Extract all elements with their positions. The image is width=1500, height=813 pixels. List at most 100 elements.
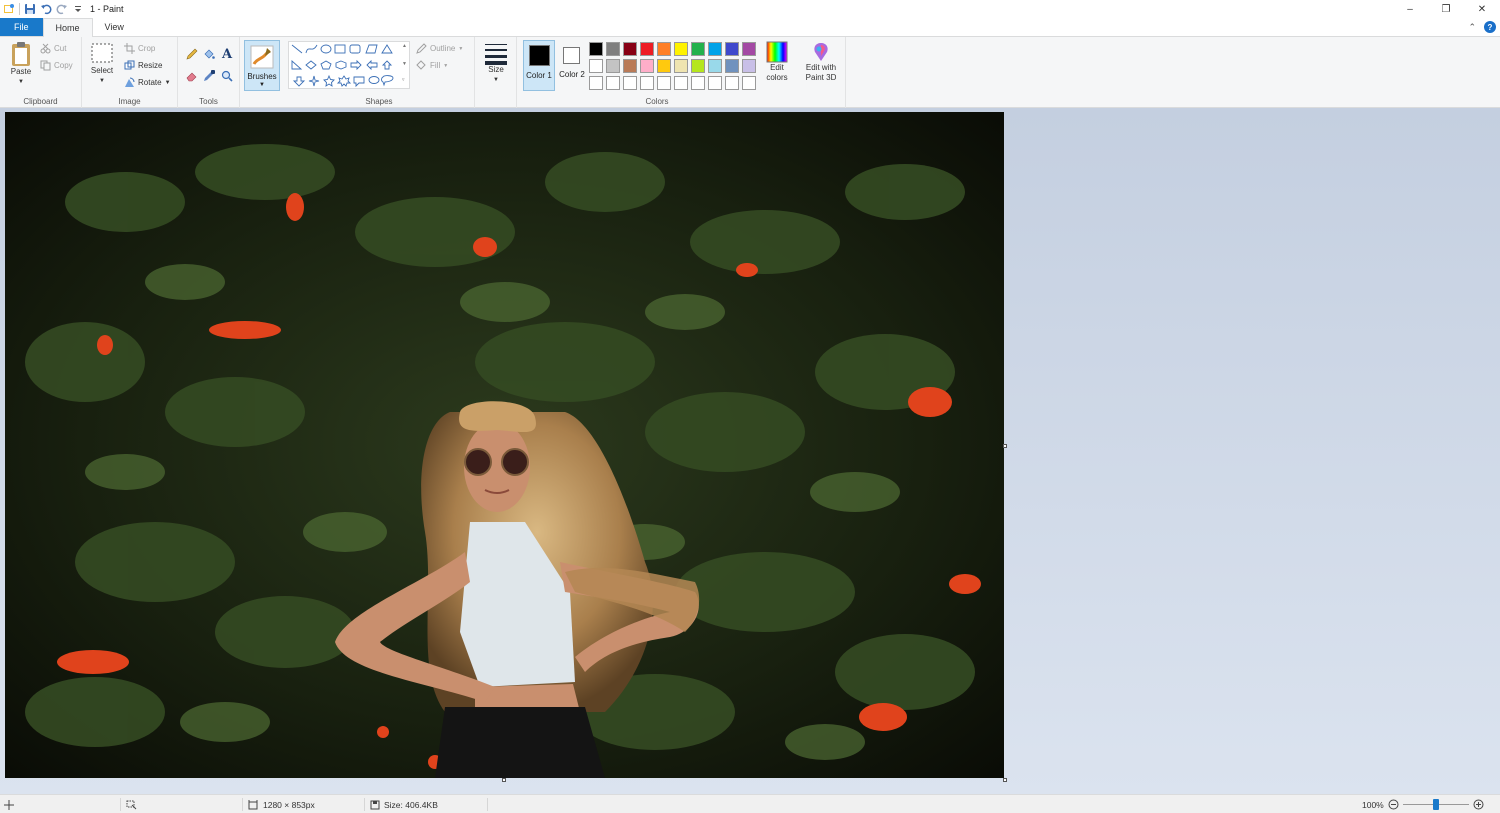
color-swatch[interactable]: [606, 76, 620, 90]
color-swatch[interactable]: [589, 59, 603, 73]
image-group-label: Image: [118, 97, 141, 106]
shapes-group: ▲ ▼ ▿ Outline ▼ Fill ▼ Shapes: [284, 37, 475, 108]
color-swatch[interactable]: [657, 59, 671, 73]
paint3d-icon: [814, 43, 828, 61]
tab-file[interactable]: File: [0, 18, 43, 36]
colors-group-label: Colors: [645, 97, 669, 106]
redo-icon[interactable]: [56, 3, 68, 15]
paste-chevron-down-icon: ▼: [18, 79, 24, 85]
resize-button[interactable]: Resize: [124, 60, 162, 71]
color2-button[interactable]: Color 2: [557, 40, 587, 91]
close-icon[interactable]: ✕: [1464, 0, 1500, 18]
color-swatch[interactable]: [606, 59, 620, 73]
cursor-position: [4, 795, 14, 813]
save-icon[interactable]: [24, 3, 36, 15]
color2-swatch: [563, 47, 580, 64]
paint-app-icon[interactable]: [3, 3, 15, 15]
crop-button[interactable]: Crop: [124, 43, 155, 54]
color-swatch[interactable]: [657, 42, 671, 56]
edit-colors-button[interactable]: Edit colors: [763, 41, 791, 83]
magnifier-icon[interactable]: [221, 70, 233, 82]
color-swatch[interactable]: [623, 42, 637, 56]
disk-icon: [370, 800, 380, 809]
color-swatch[interactable]: [691, 42, 705, 56]
fill-button[interactable]: Fill ▼: [416, 60, 448, 71]
zoom-slider[interactable]: [1402, 799, 1469, 810]
resize-handle-bottom[interactable]: [502, 778, 506, 782]
color-swatch[interactable]: [742, 76, 756, 90]
color-swatch[interactable]: [691, 59, 705, 73]
select-chevron-down-icon: ▼: [99, 78, 105, 84]
dimensions-text: 1280 × 853px: [263, 799, 315, 810]
brushes-button[interactable]: Brushes ▼: [244, 40, 280, 91]
canvas-image[interactable]: [5, 112, 1004, 778]
color-swatch[interactable]: [606, 42, 620, 56]
text-icon[interactable]: A: [221, 47, 234, 60]
color-swatch[interactable]: [742, 59, 756, 73]
color-swatch[interactable]: [742, 42, 756, 56]
color-swatch[interactable]: [708, 59, 722, 73]
color-swatch[interactable]: [623, 59, 637, 73]
color-swatch[interactable]: [674, 59, 688, 73]
brushes-chevron-down-icon: ▼: [259, 82, 265, 88]
tools-group: A Tools: [178, 37, 240, 108]
undo-icon[interactable]: [40, 3, 52, 15]
color-swatch[interactable]: [623, 76, 637, 90]
color-swatch[interactable]: [674, 42, 688, 56]
minimize-icon[interactable]: –: [1392, 0, 1428, 18]
pencil-icon[interactable]: [186, 48, 198, 60]
edit-with-paint3d-button[interactable]: Edit with Paint 3D: [799, 41, 843, 83]
select-button[interactable]: Select ▼: [88, 42, 116, 86]
canvas-workspace[interactable]: [0, 108, 1500, 794]
status-separator: [487, 798, 488, 811]
help-icon[interactable]: ?: [1484, 21, 1496, 33]
outline-button[interactable]: Outline ▼: [416, 43, 463, 54]
tab-view[interactable]: View: [93, 18, 136, 36]
color-swatch[interactable]: [657, 76, 671, 90]
shapes-expand-icon[interactable]: ▿: [402, 77, 405, 83]
restore-icon[interactable]: ❐: [1428, 0, 1464, 18]
color-swatch[interactable]: [725, 76, 739, 90]
zoom-in-icon[interactable]: [1473, 799, 1484, 810]
color-picker-icon[interactable]: [203, 70, 215, 82]
shapes-scroll-up-icon[interactable]: ▲: [402, 43, 407, 49]
zoom-slider-thumb[interactable]: [1432, 799, 1439, 810]
color-swatch[interactable]: [691, 76, 705, 90]
resize-handle-corner[interactable]: [1003, 778, 1007, 782]
cut-button[interactable]: Cut: [40, 43, 66, 54]
clipboard-group-label: Clipboard: [23, 97, 58, 106]
shapes-scroll-down-icon[interactable]: ▼: [402, 61, 407, 67]
color-swatch[interactable]: [589, 76, 603, 90]
file-size: Size: 406.4KB: [370, 795, 438, 813]
tab-home[interactable]: Home: [42, 18, 93, 37]
color-swatch[interactable]: [708, 76, 722, 90]
zoom-out-icon[interactable]: [1388, 799, 1399, 810]
paste-button[interactable]: Paste ▼: [6, 41, 36, 87]
outline-chevron-down-icon: ▼: [458, 45, 464, 52]
color-swatch[interactable]: [640, 42, 654, 56]
color1-label: Color 1: [526, 71, 552, 80]
color-swatch[interactable]: [589, 42, 603, 56]
color-swatch[interactable]: [674, 76, 688, 90]
resize-label: Resize: [138, 61, 163, 70]
image-group: Select ▼ Crop Resize Rotate ▼ Image: [82, 37, 178, 108]
fill-bucket-icon[interactable]: [203, 48, 215, 60]
zoom-controls: 100%: [1362, 795, 1484, 813]
paste-icon: [12, 42, 30, 66]
shapes-gallery-icons[interactable]: [289, 42, 411, 90]
collapse-ribbon-chevron-up-icon[interactable]: ⌃: [1468, 22, 1476, 33]
color-swatch[interactable]: [640, 76, 654, 90]
selection-icon: [126, 800, 137, 809]
color-swatch[interactable]: [725, 42, 739, 56]
rotate-button[interactable]: Rotate ▼: [124, 77, 171, 88]
eraser-icon[interactable]: [186, 70, 198, 82]
copy-button[interactable]: Copy: [40, 60, 73, 71]
size-button[interactable]: Size ▼: [480, 41, 512, 85]
customize-qa-chevron-down-icon[interactable]: [72, 3, 84, 15]
shapes-group-label: Shapes: [365, 97, 393, 106]
color-swatch[interactable]: [725, 59, 739, 73]
resize-handle-right[interactable]: [1003, 444, 1007, 448]
color-swatch[interactable]: [640, 59, 654, 73]
color1-button[interactable]: Color 1: [523, 40, 555, 91]
color-swatch[interactable]: [708, 42, 722, 56]
